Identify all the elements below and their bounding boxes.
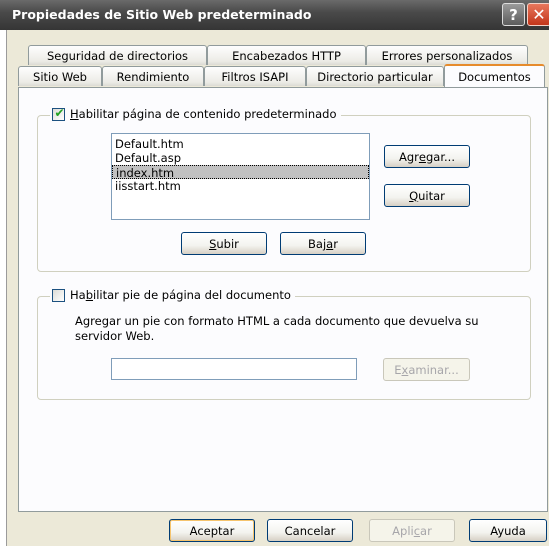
list-item[interactable]: Default.htm bbox=[112, 137, 369, 151]
footer-description: Agregar un pie con formato HTML a cada d… bbox=[75, 314, 479, 343]
remove-button[interactable]: Quitar bbox=[384, 184, 470, 207]
default-documents-list[interactable]: Default.htm Default.asp index.htm iissta… bbox=[111, 133, 370, 220]
help-icon[interactable]: ? bbox=[502, 3, 525, 26]
tab-documentos[interactable]: Documentos bbox=[444, 64, 545, 87]
tab-panel-documentos: ✔ Habilitar página de contenido predeter… bbox=[18, 87, 548, 512]
tab-directorio-particular[interactable]: Directorio particular bbox=[306, 66, 444, 86]
move-down-button[interactable]: Baj a r bbox=[280, 232, 366, 255]
move-up-button[interactable]: Subir bbox=[181, 232, 267, 255]
cancel-button[interactable]: Cancelar bbox=[267, 519, 353, 542]
document-footer-group bbox=[37, 296, 531, 400]
default-content-legend: ✔ Habilitar página de contenido predeter… bbox=[50, 105, 341, 121]
document-footer-checkbox[interactable] bbox=[52, 288, 65, 302]
document-footer-label[interactable]: Habilitar pie de página del documento bbox=[70, 288, 291, 302]
accept-button[interactable]: Aceptar bbox=[169, 519, 255, 542]
default-content-label[interactable]: Habilitar página de contenido predetermi… bbox=[70, 107, 337, 121]
apply-button[interactable]: Apli c ar bbox=[369, 519, 455, 542]
default-content-checkbox[interactable]: ✔ bbox=[52, 105, 65, 121]
tab-sitio-web[interactable]: Sitio Web bbox=[18, 66, 102, 86]
close-icon[interactable]: ✕ bbox=[527, 3, 549, 26]
tab-encabezados-http[interactable]: Encabezados HTTP bbox=[207, 45, 366, 65]
tab-seguridad-directorios[interactable]: Seguridad de directorios bbox=[28, 45, 207, 65]
window-left-edge bbox=[0, 30, 7, 546]
title-bar[interactable]: Propiedades de Sitio Web predeterminado … bbox=[0, 0, 549, 30]
add-button[interactable]: Agr e gar... bbox=[384, 145, 470, 168]
window-title: Propiedades de Sitio Web predeterminado bbox=[12, 7, 312, 22]
list-item[interactable]: iisstart.htm bbox=[112, 179, 369, 193]
tab-filtros-isapi[interactable]: Filtros ISAPI bbox=[204, 66, 306, 86]
footer-path-input[interactable] bbox=[111, 358, 357, 380]
list-item[interactable]: Default.asp bbox=[112, 151, 369, 165]
tab-rendimiento[interactable]: Rendimiento bbox=[102, 66, 204, 86]
help-button[interactable]: Ayuda bbox=[469, 519, 547, 542]
list-item-selected[interactable]: index.htm bbox=[112, 165, 369, 180]
properties-dialog: Propiedades de Sitio Web predeterminado … bbox=[0, 0, 549, 546]
tab-errores-personalizados[interactable]: Errores personalizados bbox=[366, 45, 528, 65]
browse-button[interactable]: Ex aminar... bbox=[383, 358, 470, 381]
document-footer-legend: Habilitar pie de página del documento bbox=[50, 288, 295, 302]
checkmark-icon: ✔ bbox=[54, 105, 65, 120]
